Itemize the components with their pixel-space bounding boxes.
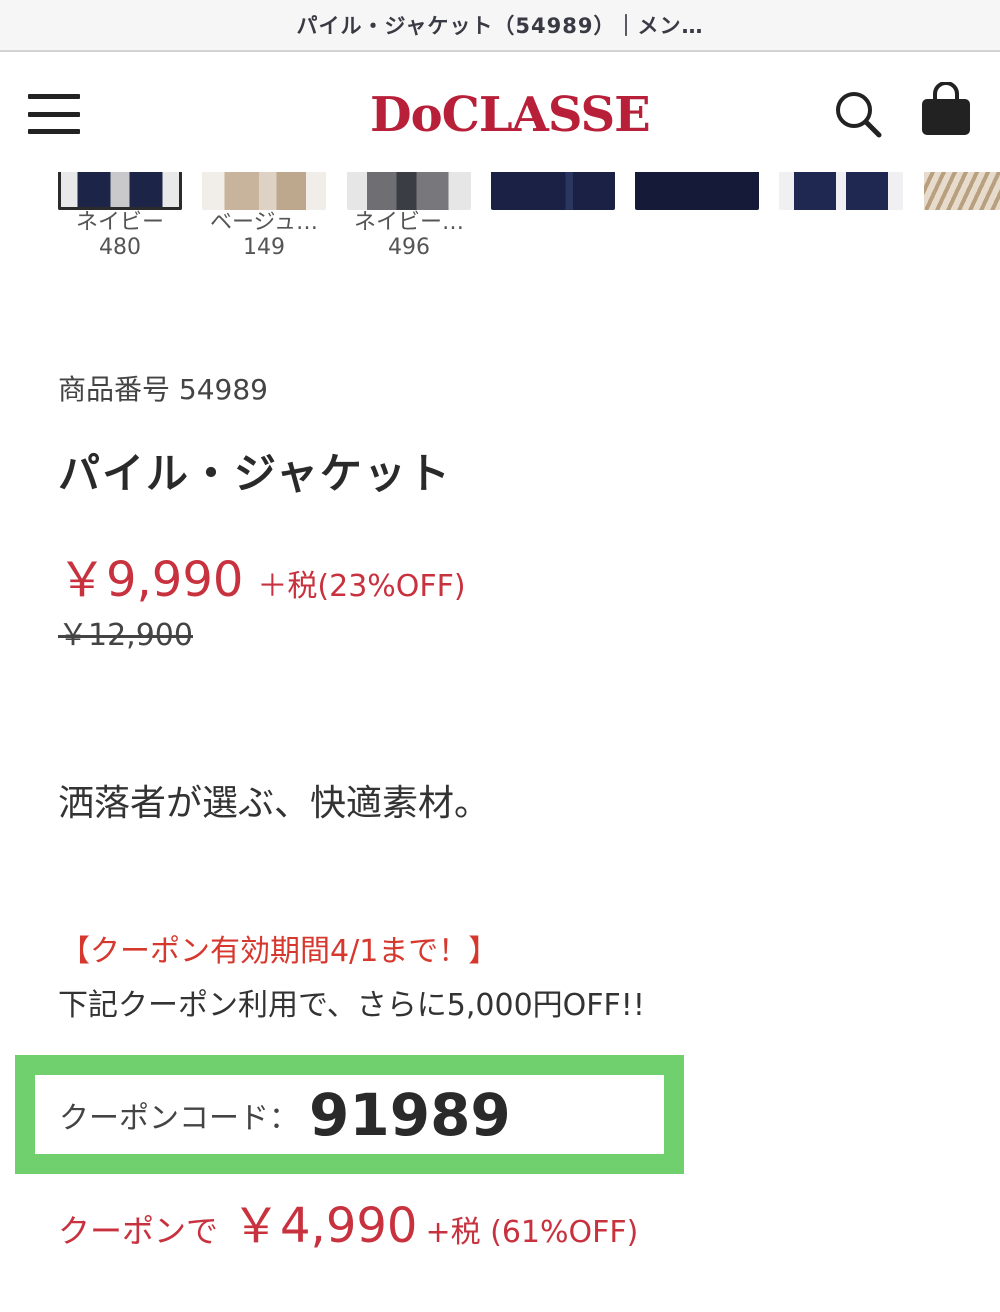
- coupon-price: ￥4,990: [232, 1198, 418, 1254]
- search-icon[interactable]: [832, 88, 884, 140]
- page-title-tab[interactable]: パイル・ジャケット（54989）｜メン…: [296, 10, 703, 40]
- variant-thumbnail[interactable]: [347, 172, 471, 210]
- coupon-code-label: クーポンコード：: [59, 1100, 299, 1136]
- color-variant-item[interactable]: ベージュ… 149: [202, 172, 326, 260]
- color-variant-item[interactable]: [779, 172, 903, 210]
- variant-color-code: 480: [99, 235, 141, 260]
- coupon-code: 91989: [309, 1080, 511, 1149]
- tax-discount-label: ＋税(23%OFF): [257, 569, 466, 604]
- variant-color-label: ネイビー: [75, 210, 164, 235]
- shopping-bag-icon[interactable]: [918, 81, 974, 140]
- variant-thumbnail[interactable]: [779, 172, 903, 210]
- color-variant-item[interactable]: ネイビー… 496: [347, 172, 471, 260]
- brand-logo[interactable]: DoCLASSE: [370, 82, 651, 148]
- coupon-price-prefix: クーポンで: [58, 1212, 219, 1250]
- color-variant-item[interactable]: [491, 172, 615, 210]
- color-variant-item[interactable]: [924, 172, 1000, 210]
- variant-color-code: 149: [243, 235, 285, 260]
- coupon-tax-discount: +税 (61%OFF): [425, 1215, 639, 1250]
- sale-price-row: ￥9,990 ＋税(23%OFF): [58, 540, 466, 610]
- color-variant-item[interactable]: ネイビー 480: [58, 172, 182, 260]
- product-title: パイル・ジャケット: [58, 449, 452, 498]
- sale-price: ￥9,990: [58, 552, 244, 608]
- variant-thumbnail[interactable]: [202, 172, 326, 210]
- variant-color-label: ベージュ…: [209, 210, 319, 235]
- color-variant-item[interactable]: [635, 172, 759, 210]
- browser-tab-bar: パイル・ジャケット（54989）｜メン…: [0, 0, 1000, 52]
- catch-copy: 洒落者が選ぶ、快適素材。: [58, 783, 491, 824]
- variant-thumbnail[interactable]: [491, 172, 615, 210]
- variant-thumbnail[interactable]: [635, 172, 759, 210]
- variant-thumbnail[interactable]: [924, 172, 1000, 210]
- site-header: DoCLASSE: [0, 54, 1000, 172]
- clipped-text-line: [58, 1296, 538, 1312]
- hamburger-icon[interactable]: [28, 94, 80, 134]
- coupon-price-row: クーポンで ￥4,990 +税 (61%OFF): [58, 1186, 638, 1256]
- variant-thumbnail[interactable]: [58, 172, 182, 210]
- variant-color-label: ネイビー…: [353, 210, 464, 235]
- coupon-note: 下記クーポン利用で、さらに5,000円OFF!!: [58, 988, 645, 1023]
- coupon-period: 【クーポン有効期間4/1まで！】: [60, 934, 499, 969]
- color-variant-strip: ネイビー 480 ベージュ… 149 ネイビー… 496: [0, 172, 1000, 272]
- coupon-code-box: クーポンコード： 91989: [15, 1055, 684, 1174]
- product-number: 商品番号 54989: [58, 373, 268, 406]
- original-price: ￥12,900: [58, 618, 193, 653]
- variant-color-code: 496: [388, 235, 430, 260]
